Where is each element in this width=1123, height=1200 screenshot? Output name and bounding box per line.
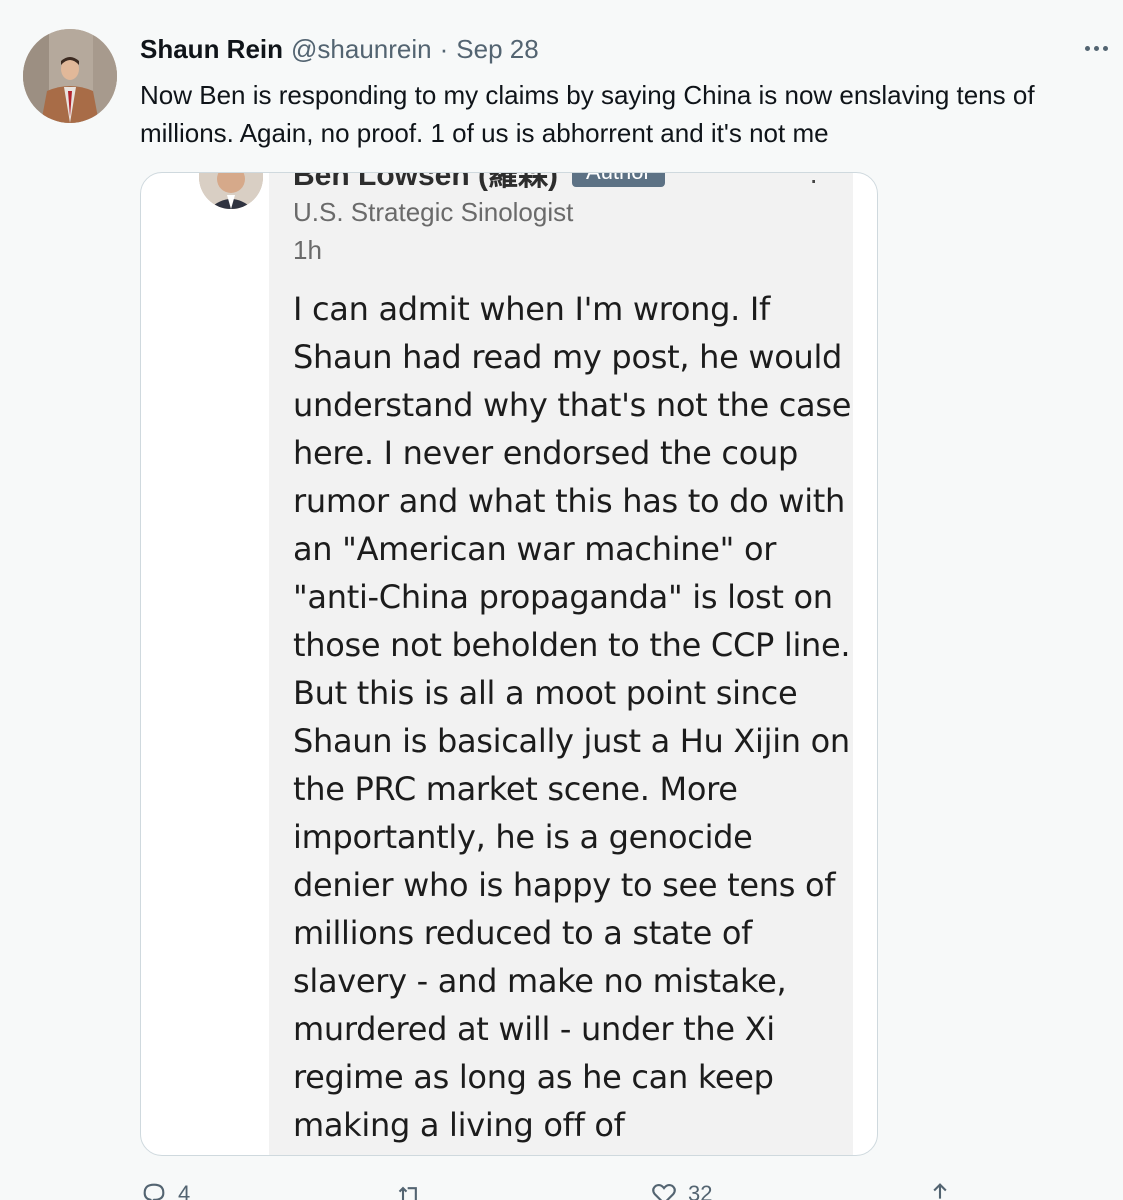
display-name[interactable]: Shaun Rein (140, 34, 283, 65)
tweet-date[interactable]: Sep 28 (456, 34, 538, 65)
reply-button[interactable]: 4 (140, 1180, 190, 1200)
comment-menu-icon: · (809, 172, 819, 195)
like-count: 32 (688, 1181, 713, 1200)
reply-count: 4 (178, 1181, 191, 1200)
more-icon[interactable] (1078, 36, 1114, 60)
tweet[interactable]: Shaun Rein @shaunrein · Sep 28 Now Ben i… (0, 0, 1123, 1200)
comment-time: 1h (293, 235, 322, 265)
comment-panel: Ben Lowsen (羅森) Author · U.S. Strategic … (269, 172, 853, 1155)
reply-icon (143, 1183, 165, 1200)
tweet-text: Now Ben is responding to my claims by sa… (140, 80, 1035, 148)
share-button[interactable] (926, 1180, 954, 1200)
media-card[interactable]: Ben Lowsen (羅森) Author · U.S. Strategic … (140, 172, 878, 1156)
commenter-name: Ben Lowsen (羅森) (293, 172, 559, 192)
separator-dot: · (439, 34, 449, 64)
retweet-button[interactable] (396, 1180, 434, 1200)
commenter-header: Ben Lowsen (羅森) Author (293, 173, 665, 192)
tweet-header: Shaun Rein @shaunrein · Sep 28 (140, 34, 539, 66)
commenter-avatar (199, 173, 263, 209)
retweet-icon (398, 1186, 417, 1200)
comment-body: I can admit when I'm wrong. If Shaun had… (293, 290, 852, 1144)
share-icon (933, 1183, 947, 1199)
author-badge: Author (572, 173, 665, 187)
commenter-title: U.S. Strategic Sinologist (293, 197, 574, 227)
like-button[interactable]: 32 (650, 1180, 712, 1200)
tweet-actions: 4 32 (140, 1180, 970, 1200)
avatar[interactable] (23, 29, 117, 123)
heart-icon (652, 1184, 676, 1200)
user-handle[interactable]: @shaunrein (291, 34, 432, 65)
